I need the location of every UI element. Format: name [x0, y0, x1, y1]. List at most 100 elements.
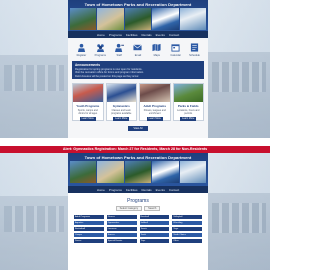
programs-column: Volleyball Wrestling Yoga Youth Clinics …	[172, 215, 202, 243]
card-title: Adult Programs	[143, 104, 166, 108]
header-photo-strip	[70, 161, 207, 183]
program-link[interactable]: Wrestling	[172, 221, 202, 225]
category-select[interactable]: Select Category	[115, 206, 143, 211]
header-photo	[97, 8, 124, 30]
header-photo	[152, 8, 179, 30]
feature-cards: Youth Programs Sports, camps and clinics…	[68, 82, 208, 123]
program-link[interactable]: Camps	[74, 233, 104, 237]
program-link[interactable]: Tennis	[139, 227, 170, 231]
program-link[interactable]: Dance	[74, 239, 104, 243]
nav-item-contact[interactable]: Contact	[169, 188, 179, 192]
icon-label: Programs	[94, 54, 106, 57]
program-link[interactable]: Fitness	[106, 215, 137, 219]
background-building-left	[0, 195, 70, 270]
screenshot-divider	[0, 138, 270, 146]
quick-links-icons	[68, 38, 208, 54]
program-link[interactable]: Special Events	[106, 239, 137, 243]
header-photo	[179, 161, 207, 183]
feature-card[interactable]: Adult Programs Fitness, leagues and enri…	[139, 83, 171, 121]
schedule-icon[interactable]	[190, 43, 199, 52]
nav-item-facilities[interactable]: Facilities	[126, 33, 138, 37]
program-link[interactable]: Volleyball	[172, 215, 202, 219]
programs-column: Baseball Softball Tennis Track Trips	[139, 215, 170, 243]
card-photo	[106, 84, 136, 102]
page-column: Town of Hometown Parks and Recreation De…	[68, 153, 208, 270]
header-photo	[152, 161, 179, 183]
program-link[interactable]: Trips	[139, 239, 170, 243]
nav-item-events[interactable]: Events	[156, 188, 165, 192]
announcements-box: Announcements Registration for spring pr…	[72, 61, 204, 79]
program-link[interactable]: Baseball	[139, 215, 170, 219]
email-icon[interactable]	[133, 43, 143, 52]
card-photo	[140, 84, 170, 102]
header-photo	[179, 8, 207, 30]
programs-screenshot: Alert: Gymnastics Registration: March 27…	[0, 146, 270, 270]
quick-links-labels: Register Programs Staff Email Maps Calen…	[68, 54, 208, 60]
header-photo	[70, 161, 97, 183]
programs-column: Adult Programs Aquatics Basketball Camps…	[74, 215, 104, 243]
program-link[interactable]: Other	[172, 239, 202, 243]
program-link[interactable]: Soccer	[106, 233, 137, 237]
header-photo-strip	[70, 8, 207, 30]
announcements-title: Announcements	[75, 63, 100, 67]
main-nav: Home Programs Facilities Rentals Events …	[68, 186, 208, 193]
feature-card[interactable]: Youth Programs Sports, camps and clinics…	[72, 83, 104, 121]
card-title: Youth Programs	[76, 104, 100, 108]
header-photo	[70, 8, 97, 30]
view-all-button[interactable]: View All	[128, 126, 148, 131]
staff-icon[interactable]	[114, 43, 124, 52]
icon-label: Maps	[153, 54, 160, 57]
map-icon[interactable]	[152, 43, 161, 52]
nav-item-home[interactable]: Home	[97, 188, 105, 192]
card-button[interactable]: Learn More	[146, 117, 163, 121]
site-header: Town of Hometown Parks and Recreation De…	[68, 0, 208, 38]
nav-item-rentals[interactable]: Rentals	[142, 33, 152, 37]
program-link[interactable]: Aquatics	[74, 221, 104, 225]
main-nav: Home Programs Facilities Rentals Events …	[68, 31, 208, 38]
nav-item-home[interactable]: Home	[97, 33, 105, 37]
program-link[interactable]: Adult Programs	[74, 215, 104, 219]
background-building-right	[206, 193, 270, 270]
alert-banner[interactable]: Alert: Gymnastics Registration: March 27…	[0, 146, 270, 153]
background-building-left	[0, 55, 70, 138]
group-icon[interactable]	[96, 43, 105, 52]
programs-column: Fitness Gymnastics Lacrosse Soccer Speci…	[106, 215, 137, 243]
announcement-line[interactable]: Field closures will be posted on this pa…	[75, 75, 201, 78]
card-text: Fitness, leagues and enrichment	[143, 109, 166, 115]
program-link[interactable]: Softball	[139, 221, 170, 225]
header-photo	[97, 161, 124, 183]
card-title: Parks & Fields	[177, 104, 199, 108]
site-title: Town of Hometown Parks and Recreation De…	[84, 155, 192, 160]
program-link[interactable]: Basketball	[74, 227, 104, 231]
programs-heading: Programs	[127, 198, 149, 204]
card-button[interactable]: Learn More	[180, 117, 197, 121]
header-photo	[124, 161, 152, 183]
card-button[interactable]: Learn More	[79, 117, 96, 121]
program-link[interactable]: Yoga	[172, 227, 202, 231]
nav-item-events[interactable]: Events	[156, 33, 165, 37]
nav-item-rentals[interactable]: Rentals	[142, 188, 152, 192]
background-building-right	[206, 52, 270, 138]
nav-item-programs[interactable]: Programs	[109, 33, 122, 37]
feature-card[interactable]: Parks & Fields Locations, hours and perm…	[172, 83, 204, 121]
calendar-icon[interactable]	[171, 43, 180, 52]
card-button[interactable]: Learn More	[113, 117, 130, 121]
nav-item-programs[interactable]: Programs	[109, 188, 122, 192]
program-link[interactable]: Gymnastics	[106, 221, 137, 225]
program-link[interactable]: Youth Clinics	[172, 233, 202, 237]
programs-grid: Adult Programs Aquatics Basketball Camps…	[68, 211, 208, 247]
register-icon[interactable]	[77, 43, 86, 52]
site-title: Town of Hometown Parks and Recreation De…	[84, 2, 192, 7]
search-button[interactable]: Search	[144, 206, 161, 211]
nav-item-contact[interactable]: Contact	[169, 33, 179, 37]
program-link[interactable]: Lacrosse	[106, 227, 137, 231]
site-header: Town of Hometown Parks and Recreation De…	[68, 153, 208, 193]
icon-label: Email	[134, 54, 142, 57]
nav-item-facilities[interactable]: Facilities	[126, 188, 138, 192]
icon-label: Schedule	[189, 54, 200, 57]
program-link[interactable]: Track	[139, 233, 170, 237]
card-text: Classes and team programs available	[111, 109, 132, 115]
page-column: Town of Hometown Parks and Recreation De…	[68, 0, 208, 138]
card-text: Locations, hours and permits	[177, 109, 200, 115]
feature-card[interactable]: Gymnastics Classes and team programs ava…	[105, 83, 137, 121]
